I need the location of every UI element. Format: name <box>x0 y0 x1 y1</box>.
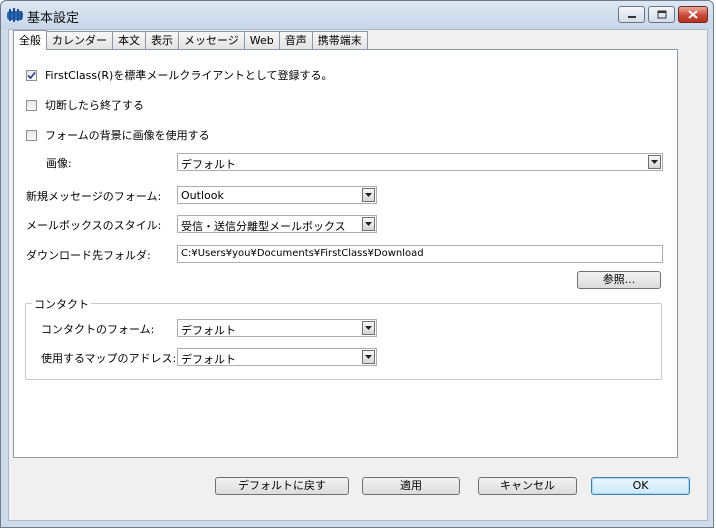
title-bar[interactable]: 基本設定 <box>1 1 713 29</box>
form-background-row: フォームの背景に画像を使用する <box>26 127 210 143</box>
default-client-label: FirstClass(R)を標準メールクライアントとして登録する。 <box>45 69 333 82</box>
general-tab-panel: FirstClass(R)を標準メールクライアントとして登録する。 切断したら終… <box>13 49 678 458</box>
tab-strip: 全般 カレンダー 本文 表示 メッセージ Web 音声 携帯端末 <box>13 30 368 50</box>
window-title: 基本設定 <box>27 11 80 26</box>
checkmark-icon <box>27 71 36 79</box>
download-folder-value: C:¥Users¥you¥Documents¥FirstClass¥Downlo… <box>181 248 424 259</box>
download-folder-input[interactable]: C:¥Users¥you¥Documents¥FirstClass¥Downlo… <box>177 245 663 263</box>
minimize-icon <box>627 15 636 18</box>
image-label: 画像: <box>46 157 72 170</box>
exit-on-disconnect-checkbox[interactable] <box>26 99 37 111</box>
ok-button[interactable]: OK <box>591 477 690 495</box>
tab-body-text[interactable]: 本文 <box>112 31 146 49</box>
tab-general[interactable]: 全般 <box>13 30 47 50</box>
tab-message[interactable]: メッセージ <box>178 31 245 49</box>
map-address-value: デフォルト <box>181 353 236 366</box>
contact-group-title: コンタクト <box>32 296 91 312</box>
browse-button[interactable]: 参照... <box>577 271 661 289</box>
dropdown-arrow-icon <box>362 188 375 202</box>
minimize-button[interactable] <box>618 6 645 23</box>
form-background-checkbox[interactable] <box>26 129 37 141</box>
form-background-label: フォームの背景に画像を使用する <box>45 129 210 142</box>
close-icon <box>688 10 698 19</box>
default-client-checkbox[interactable] <box>26 69 37 81</box>
restore-defaults-button[interactable]: デフォルトに戻す <box>215 477 349 495</box>
image-value: デフォルト <box>181 158 236 171</box>
tab-voice[interactable]: 音声 <box>278 31 313 49</box>
maximize-icon <box>657 10 666 19</box>
new-message-form-value: Outlook <box>181 189 224 202</box>
new-message-form-dropdown[interactable]: Outlook <box>177 186 377 204</box>
apply-button[interactable]: 適用 <box>362 477 460 495</box>
contact-form-value: デフォルト <box>181 324 236 337</box>
close-button[interactable] <box>678 6 708 23</box>
image-dropdown[interactable]: デフォルト <box>177 153 663 171</box>
dropdown-arrow-icon <box>362 321 375 335</box>
firstclass-app-icon <box>7 8 23 22</box>
tab-display[interactable]: 表示 <box>145 31 179 49</box>
contact-groupbox: コンタクト コンタクトのフォーム: デフォルト 使用するマップのアドレス: デフ… <box>25 296 662 380</box>
default-client-row: FirstClass(R)を標準メールクライアントとして登録する。 <box>26 67 333 83</box>
tab-web[interactable]: Web <box>243 31 280 49</box>
tab-calendar[interactable]: カレンダー <box>46 31 113 49</box>
exit-on-disconnect-row: 切断したら終了する <box>26 97 144 113</box>
dialog-body: 全般 カレンダー 本文 表示 メッセージ Web 音声 携帯端末 FirstCl… <box>8 29 708 521</box>
map-address-dropdown[interactable]: デフォルト <box>177 348 377 366</box>
dropdown-arrow-icon <box>648 155 661 169</box>
maximize-button[interactable] <box>648 6 675 23</box>
dropdown-arrow-icon <box>362 217 375 231</box>
mailbox-style-label: メールボックスのスタイル: <box>26 219 162 232</box>
tab-mobile[interactable]: 携帯端末 <box>311 31 368 49</box>
mailbox-style-dropdown[interactable]: 受信・送信分離型メールボックス <box>177 215 377 233</box>
cancel-button[interactable]: キャンセル <box>478 477 577 495</box>
mailbox-style-value: 受信・送信分離型メールボックス <box>181 220 346 233</box>
contact-form-label: コンタクトのフォーム: <box>41 323 155 336</box>
map-address-label: 使用するマップのアドレス: <box>41 352 177 365</box>
dropdown-arrow-icon <box>362 350 375 364</box>
new-message-form-label: 新規メッセージのフォーム: <box>26 190 162 203</box>
exit-on-disconnect-label: 切断したら終了する <box>45 99 144 112</box>
contact-form-dropdown[interactable]: デフォルト <box>177 319 377 337</box>
preferences-window: 基本設定 全般 カレンダー 本文 表示 メッセージ Web 音声 携帯端末 Fi… <box>0 0 714 528</box>
download-folder-label: ダウンロード先フォルダ: <box>26 249 151 262</box>
